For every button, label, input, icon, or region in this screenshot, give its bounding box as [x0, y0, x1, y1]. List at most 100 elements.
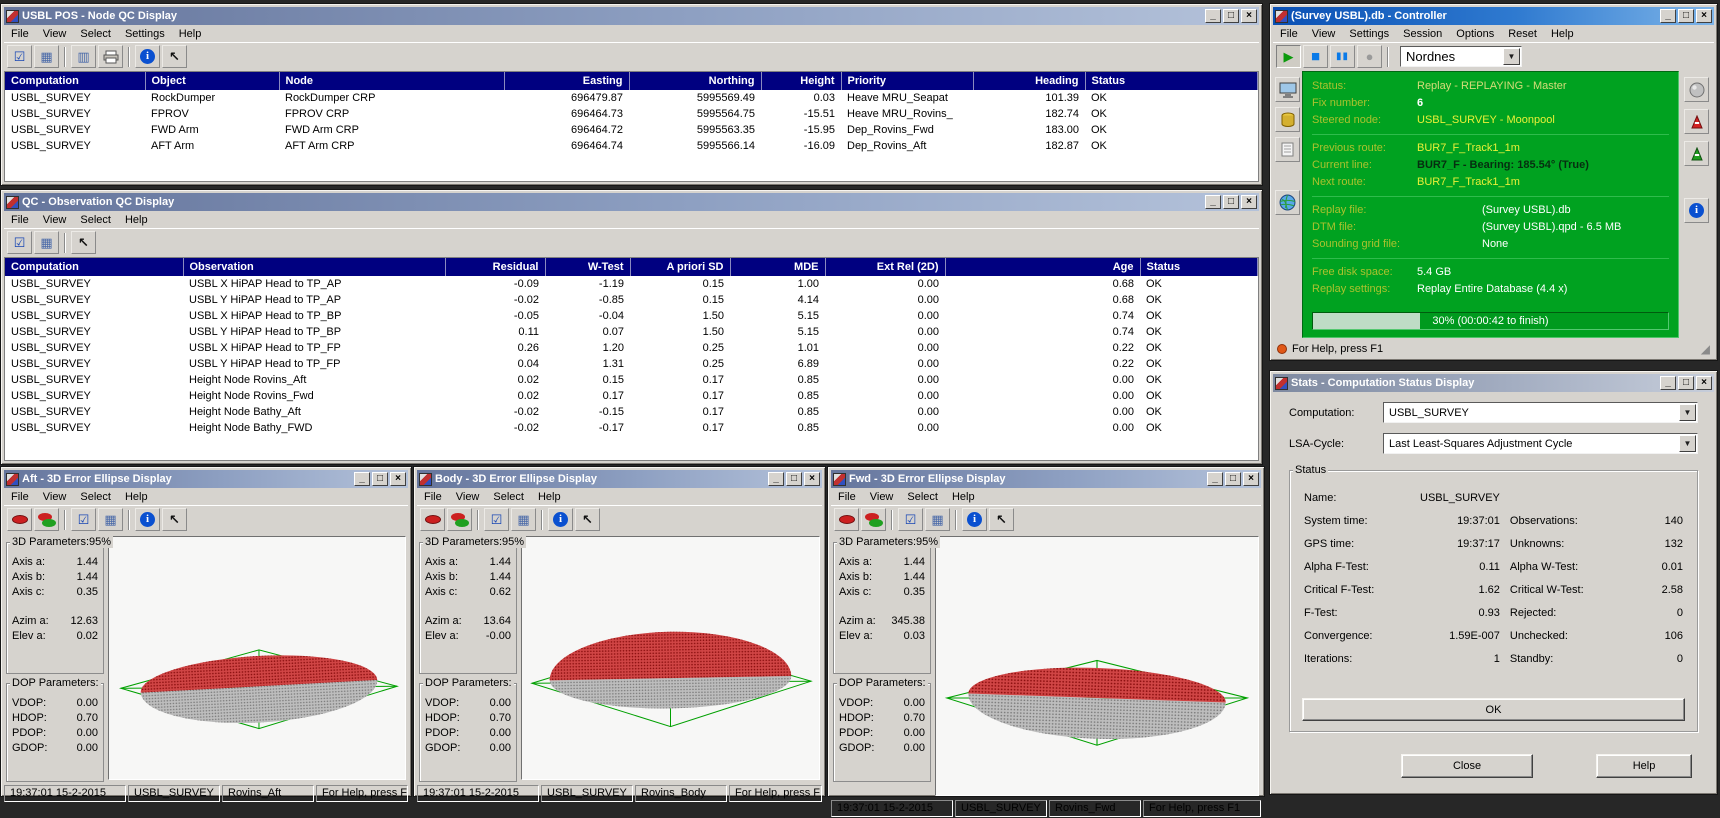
ellipse-dual-icon[interactable]	[34, 508, 59, 531]
column-header-ext-rel-2d-[interactable]: Ext Rel (2D)	[825, 258, 945, 276]
info-icon[interactable]: i	[135, 508, 160, 531]
qc-check-icon[interactable]: ☑	[71, 508, 96, 531]
titlebar[interactable]: Body - 3D Error Ellipse Display _ □ ×	[417, 470, 822, 488]
close-button[interactable]: ×	[390, 472, 406, 486]
layout-columns-icon[interactable]: ▥	[71, 45, 96, 68]
help-button[interactable]: Help	[1596, 754, 1692, 778]
menu-view[interactable]: View	[36, 213, 74, 227]
minimize-button[interactable]: _	[1205, 9, 1221, 23]
table-row[interactable]: USBL_SURVEYHeight Node Rovins_Aft0.020.1…	[5, 372, 1258, 388]
close-button[interactable]: Close	[1401, 754, 1533, 778]
menu-file[interactable]: File	[4, 27, 36, 41]
qc-check-icon[interactable]: ☑	[7, 45, 32, 68]
menu-view[interactable]: View	[36, 490, 74, 504]
menu-help[interactable]: Help	[172, 27, 209, 41]
titlebar[interactable]: (Survey USBL).db - Controller _ □ ×	[1273, 7, 1714, 25]
ellipse-3d-view[interactable]	[935, 536, 1259, 796]
info-icon[interactable]: i	[1684, 198, 1709, 223]
grid-display-icon[interactable]: ▦	[34, 231, 59, 254]
qc-check-icon[interactable]: ☑	[7, 231, 32, 254]
maximize-button[interactable]: □	[786, 472, 802, 486]
menu-view[interactable]: View	[449, 490, 487, 504]
help-pointer-icon[interactable]: ↖	[162, 508, 187, 531]
menu-settings[interactable]: Settings	[118, 27, 172, 41]
cone-red-icon[interactable]	[1684, 109, 1709, 134]
menu-help[interactable]: Help	[118, 213, 155, 227]
table-row[interactable]: USBL_SURVEYUSBL Y HiPAP Head to TP_FP0.0…	[5, 356, 1258, 372]
menu-file[interactable]: File	[4, 490, 36, 504]
column-header-status[interactable]: Status	[1085, 72, 1258, 90]
column-header-computation[interactable]: Computation	[5, 72, 145, 90]
chevron-down-icon[interactable]: ▼	[1679, 404, 1696, 421]
info-icon[interactable]: i	[548, 508, 573, 531]
menu-help[interactable]: Help	[945, 490, 982, 504]
ellipse-3d-view[interactable]	[108, 536, 406, 780]
menu-view[interactable]: View	[36, 27, 74, 41]
maximize-button[interactable]: □	[1223, 9, 1239, 23]
menu-select[interactable]: Select	[73, 213, 118, 227]
column-header-residual[interactable]: Residual	[445, 258, 545, 276]
pause-button[interactable]: ▮▮	[1330, 45, 1355, 68]
menu-select[interactable]: Select	[900, 490, 945, 504]
info-icon[interactable]: i	[135, 45, 160, 68]
titlebar[interactable]: Aft - 3D Error Ellipse Display _ □ ×	[4, 470, 408, 488]
close-button[interactable]: ×	[1241, 9, 1257, 23]
menu-select[interactable]: Select	[73, 490, 118, 504]
help-pointer-icon[interactable]: ↖	[575, 508, 600, 531]
menu-file[interactable]: File	[417, 490, 449, 504]
grid-display-icon[interactable]: ▦	[511, 508, 536, 531]
sphere-icon[interactable]	[1684, 77, 1709, 102]
menu-file[interactable]: File	[831, 490, 863, 504]
close-button[interactable]: ×	[804, 472, 820, 486]
close-button[interactable]: ×	[1241, 195, 1257, 209]
maximize-button[interactable]: □	[1223, 195, 1239, 209]
close-button[interactable]: ×	[1243, 472, 1259, 486]
vessel-select[interactable]: Nordnes ▼	[1400, 46, 1522, 67]
log-page-icon[interactable]	[1275, 137, 1300, 162]
column-header-observation[interactable]: Observation	[183, 258, 445, 276]
titlebar[interactable]: USBL POS - Node QC Display _ □ ×	[4, 7, 1259, 25]
close-button[interactable]: ×	[1696, 9, 1712, 23]
menu-session[interactable]: Session	[1396, 27, 1449, 41]
table-row[interactable]: USBL_SURVEYUSBL Y HiPAP Head to TP_AP-0.…	[5, 292, 1258, 308]
titlebar[interactable]: QC - Observation QC Display _ □ ×	[4, 193, 1259, 211]
display-monitor-icon[interactable]	[1275, 77, 1300, 102]
info-icon[interactable]: i	[962, 508, 987, 531]
menu-help[interactable]: Help	[118, 490, 155, 504]
menu-file[interactable]: File	[4, 213, 36, 227]
maximize-button[interactable]: □	[372, 472, 388, 486]
chevron-down-icon[interactable]: ▼	[1679, 435, 1696, 452]
globe-icon[interactable]	[1275, 190, 1300, 215]
table-row[interactable]: USBL_SURVEYAFT ArmAFT Arm CRP696464.7459…	[5, 138, 1258, 154]
column-header-mde[interactable]: MDE	[730, 258, 825, 276]
table-row[interactable]: USBL_SURVEYUSBL X HiPAP Head to TP_FP0.2…	[5, 340, 1258, 356]
help-pointer-icon[interactable]: ↖	[989, 508, 1014, 531]
table-row[interactable]: USBL_SURVEYFPROVFPROV CRP696464.73599556…	[5, 106, 1258, 122]
titlebar[interactable]: Fwd - 3D Error Ellipse Display _ □ ×	[831, 470, 1261, 488]
ellipse-red-icon[interactable]	[7, 508, 32, 531]
ellipse-red-icon[interactable]	[834, 508, 859, 531]
menu-reset[interactable]: Reset	[1501, 27, 1544, 41]
column-header-easting[interactable]: Easting	[504, 72, 629, 90]
chevron-down-icon[interactable]: ▼	[1503, 48, 1520, 65]
table-row[interactable]: USBL_SURVEYRockDumperRockDumper CRP69647…	[5, 90, 1258, 106]
lsa-cycle-select[interactable]: Last Least-Squares Adjustment Cycle ▼	[1383, 433, 1698, 454]
column-header-a-priori-sd[interactable]: A priori SD	[630, 258, 730, 276]
close-button[interactable]: ×	[1696, 376, 1712, 390]
maximize-button[interactable]: □	[1225, 472, 1241, 486]
table-row[interactable]: USBL_SURVEYUSBL X HiPAP Head to TP_AP-0.…	[5, 276, 1258, 292]
ok-button[interactable]: OK	[1302, 698, 1685, 721]
minimize-button[interactable]: _	[1207, 472, 1223, 486]
menu-options[interactable]: Options	[1449, 27, 1501, 41]
menu-view[interactable]: View	[1305, 27, 1343, 41]
minimize-button[interactable]: _	[354, 472, 370, 486]
menu-select[interactable]: Select	[73, 27, 118, 41]
minimize-button[interactable]: _	[1660, 9, 1676, 23]
record-button[interactable]: ●	[1357, 45, 1382, 68]
ellipse-dual-icon[interactable]	[447, 508, 472, 531]
ellipse-dual-icon[interactable]	[861, 508, 886, 531]
qc-check-icon[interactable]: ☑	[484, 508, 509, 531]
titlebar[interactable]: Stats - Computation Status Display _ □ ×	[1273, 374, 1714, 392]
table-row[interactable]: USBL_SURVEYHeight Node Bathy_FWD-0.02-0.…	[5, 420, 1258, 436]
menu-settings[interactable]: Settings	[1342, 27, 1396, 41]
